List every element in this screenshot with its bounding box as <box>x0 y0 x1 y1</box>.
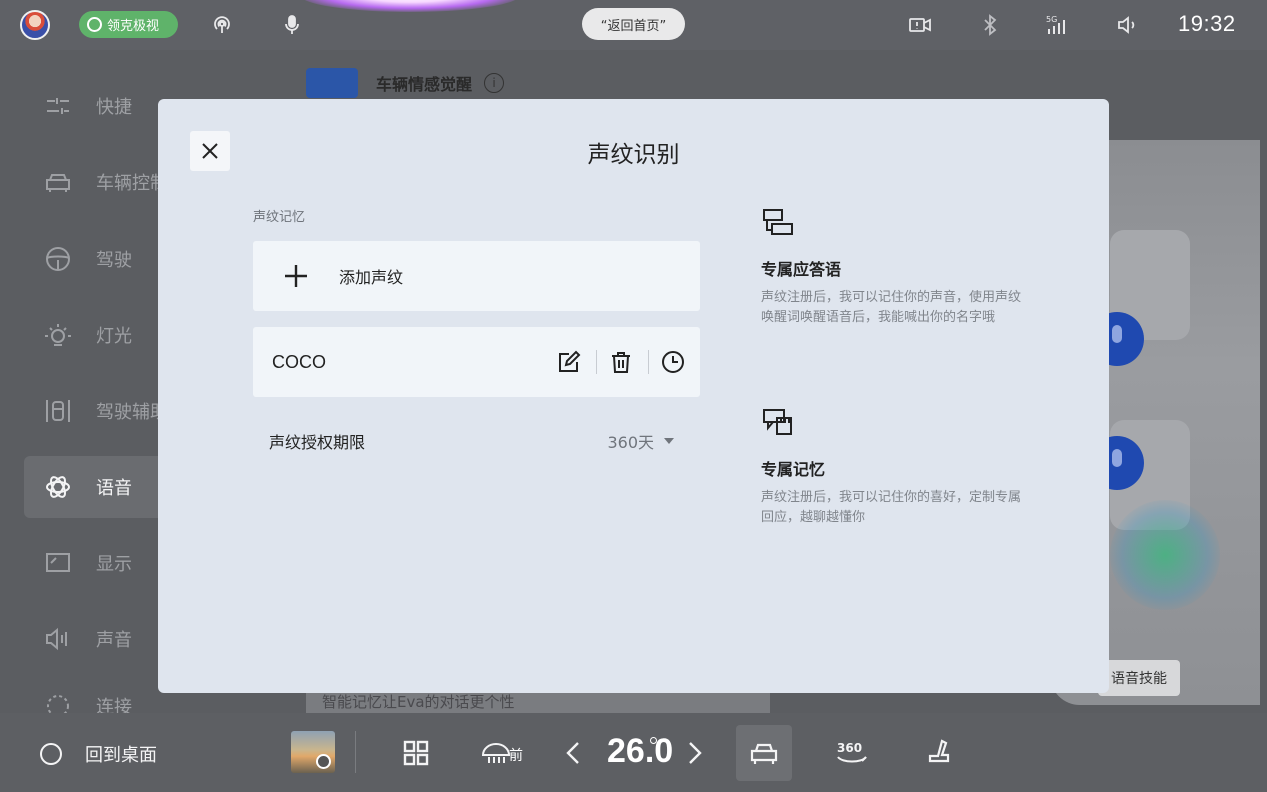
brand-label: 领克极视 <box>107 19 160 34</box>
degree-icon <box>650 737 657 744</box>
clock-icon[interactable] <box>661 350 685 374</box>
front-defrost-icon[interactable] <box>480 737 512 769</box>
home-label: 回到桌面 <box>85 745 157 766</box>
camera-alert-icon[interactable] <box>908 13 932 37</box>
sidebar-item-label: 语音 <box>96 478 132 499</box>
display-icon <box>46 553 70 572</box>
svg-text:5G: 5G <box>1046 15 1057 24</box>
bottom-dock: 回到桌面 前 26.0 360 <box>0 713 1267 792</box>
brand-pill[interactable]: 领克极视 <box>79 11 178 38</box>
chevron-right-icon[interactable] <box>678 737 710 769</box>
info-icon[interactable]: i <box>484 73 505 93</box>
steering-wheel-icon <box>46 247 70 271</box>
voice-assistant-icon <box>46 476 70 498</box>
period-label: 声纹授权期限 <box>269 433 366 452</box>
dock-divider <box>355 731 356 773</box>
signal-5g-icon: 5G <box>1046 15 1065 34</box>
voiceprint-dialog: 声纹识别 声纹记忆 添加声纹 COCO 声纹授权期限 360天 专属应答语 声纹… <box>158 99 1109 693</box>
home-circle-icon <box>40 743 62 765</box>
background-setting-title: 车辆情感觉醒 <box>376 75 473 94</box>
apps-grid-icon[interactable] <box>400 737 432 769</box>
view-360-icon[interactable]: 360 <box>834 737 870 769</box>
background-hint-text: 智能记忆让Eva的对话更个性 <box>306 692 770 714</box>
svg-text:360: 360 <box>837 741 862 755</box>
bluetooth-icon[interactable] <box>978 13 1002 37</box>
feature-description: 声纹注册后，我可以记住你的声音，使用声纹唤醒词唤醒语音后，我能喊出你的名字哦 <box>761 290 1022 325</box>
period-value: 360天 <box>607 433 654 452</box>
sidebar-item-label: 驾驶 <box>96 250 132 271</box>
feature-exclusive-memory: 专属记忆 声纹注册后，我可以记住你的喜好，定制专属回应，越聊越懂你 <box>761 406 1021 528</box>
action-divider <box>596 350 597 374</box>
light-icon <box>45 324 71 346</box>
memory-card-icon <box>763 409 792 435</box>
seat-icon[interactable] <box>924 737 956 769</box>
background-setting-header: 车辆情感觉醒 i <box>306 68 505 98</box>
media-thumbnail[interactable] <box>291 731 335 773</box>
profile-name: COCO <box>272 351 326 372</box>
voice-skill-button[interactable]: 语音技能 <box>1098 660 1180 696</box>
car-icon <box>46 174 70 192</box>
sidebar-item-label: 显示 <box>96 554 132 575</box>
driver-assist-icon <box>46 400 70 422</box>
plus-icon <box>285 265 307 287</box>
add-voiceprint-label: 添加声纹 <box>339 268 404 287</box>
status-bar: 领克极视 “返回首页” 5G 19:32 <box>0 0 1267 50</box>
section-label: 声纹记忆 <box>253 210 306 225</box>
action-divider <box>648 350 649 374</box>
voiceprint-profile-row: COCO <box>253 327 700 397</box>
voice-glow <box>300 0 520 12</box>
delete-icon[interactable] <box>609 350 633 374</box>
dialog-title: 声纹识别 <box>587 142 680 168</box>
sound-icon <box>46 627 67 651</box>
chat-bubbles-icon <box>763 209 793 235</box>
feature-exclusive-reply: 专属应答语 声纹注册后，我可以记住你的声音，使用声纹唤醒词唤醒语音后，我能喊出你… <box>761 206 1021 328</box>
chevron-down-icon <box>664 438 674 444</box>
steering-badge-icon <box>87 17 102 32</box>
voice-zone-glow <box>1110 500 1220 610</box>
clock: 19:32 <box>1178 11 1236 36</box>
sidebar-item-label: 灯光 <box>96 326 132 347</box>
feature-title: 专属记忆 <box>761 460 826 479</box>
authorization-period-row[interactable]: 声纹授权期限 360天 <box>269 429 674 453</box>
connection-icon <box>47 695 69 713</box>
sidebar-item-label: 声音 <box>96 630 132 651</box>
avatar[interactable] <box>20 10 50 40</box>
volume-icon[interactable] <box>1115 13 1139 37</box>
sidebar-item-label: 快捷 <box>96 97 132 118</box>
period-select[interactable]: 360天 <box>607 429 674 453</box>
podcast-icon[interactable] <box>210 13 234 37</box>
shortcut-sliders-icon <box>47 98 69 114</box>
home-button[interactable]: 回到桌面 <box>40 741 157 767</box>
vehicle-icon[interactable] <box>748 737 780 769</box>
setting-thumbnail <box>306 68 358 98</box>
temperature-value: 26.0 <box>607 732 674 770</box>
return-home-button[interactable]: “返回首页” <box>582 8 685 40</box>
edit-icon[interactable] <box>557 350 581 374</box>
chevron-left-icon[interactable] <box>558 737 590 769</box>
add-voiceprint-button[interactable]: 添加声纹 <box>253 241 700 311</box>
front-defrost-label: 前 <box>509 748 523 764</box>
mic-icon[interactable] <box>280 13 304 37</box>
feature-description: 声纹注册后，我可以记住你的喜好，定制专属回应，越聊越懂你 <box>761 490 1022 525</box>
sidebar-item-label: 连接 <box>96 697 132 713</box>
feature-title: 专属应答语 <box>761 260 842 279</box>
